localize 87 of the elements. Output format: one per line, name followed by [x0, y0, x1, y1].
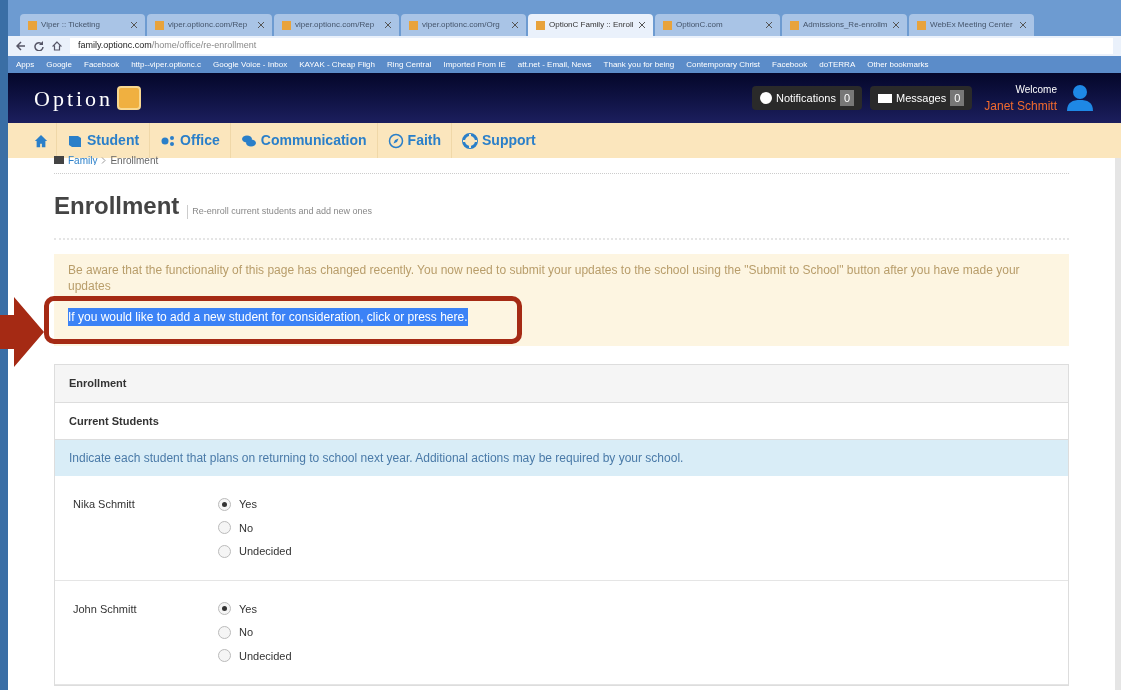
compass-icon — [387, 132, 404, 149]
student-name: John Schmitt — [73, 601, 138, 617]
bookmark-item[interactable]: Contemporary Christ — [686, 58, 761, 71]
browser-tab[interactable]: Admissions_Re-enrollm — [782, 14, 907, 36]
tab-title: viper.optionc.com/Org — [422, 19, 501, 31]
favicon-icon — [536, 20, 545, 30]
user-name[interactable]: Janet Schmitt — [984, 96, 1057, 115]
close-icon[interactable] — [131, 22, 137, 28]
favicon-icon — [155, 20, 164, 30]
student-name: Nika Schmitt — [73, 497, 136, 512]
radio-button[interactable] — [218, 544, 231, 558]
info-text: Indicate each student that plans on returning to school next year. Additional actions may be required by your school. — [55, 440, 1068, 476]
browser-tab[interactable]: OptionC.com — [655, 14, 780, 36]
panel-title: Enrollment — [55, 365, 1068, 403]
user-icon[interactable] — [1065, 83, 1095, 113]
favicon-icon — [663, 20, 672, 30]
logo-text[interactable]: Option — [34, 81, 114, 115]
tab-title: Viper :: Ticketing — [41, 19, 101, 31]
radio-button[interactable] — [218, 625, 231, 639]
favicon-icon — [917, 20, 926, 30]
nav-tab[interactable]: Support — [451, 123, 546, 158]
radio-label: Yes — [239, 497, 257, 512]
address-bar[interactable]: family.optionc.com/home/office/re-enrollment — [70, 38, 1113, 54]
close-icon[interactable] — [1020, 22, 1026, 28]
chevron-icon — [101, 156, 107, 164]
favicon-icon — [28, 20, 37, 30]
favicon-icon — [282, 20, 291, 30]
notifications-button[interactable]: Notifications 0 — [752, 86, 863, 110]
tab-title: viper.optionc.com/Rep — [168, 19, 249, 31]
browser-tab[interactable]: viper.optionc.com/Rep — [147, 14, 272, 36]
page-subtitle: Re-enroll current students and add new ones — [187, 205, 372, 219]
close-icon[interactable] — [385, 22, 391, 28]
browser-tab[interactable]: viper.optionc.com/Rep — [274, 14, 399, 36]
tab-title: Admissions_Re-enrollm — [803, 19, 889, 31]
add-student-link[interactable]: If you would like to add a new student for consideration, click or press here. — [68, 308, 468, 326]
welcome-text: Welcome — [1015, 82, 1057, 97]
radio-label: Undecided — [239, 544, 292, 559]
bookmark-item[interactable]: Facebook — [84, 58, 120, 71]
radio-label: No — [239, 520, 254, 536]
scrollbar[interactable] — [1115, 158, 1121, 690]
logo-icon — [117, 86, 142, 110]
close-icon[interactable] — [766, 22, 772, 28]
tab-title: WebEx Meeting Center — [930, 19, 1014, 31]
bookmark-item[interactable]: Other bookmarks — [867, 58, 929, 71]
pointer-arrow — [0, 297, 44, 367]
bookmark-item[interactable]: Apps — [16, 58, 35, 71]
nav-tab[interactable]: Office — [149, 123, 230, 158]
bookmark-item[interactable]: KAYAK - Cheap Fligh — [299, 58, 375, 71]
bookmark-item[interactable]: Thank you for being — [603, 58, 675, 71]
tab-title: viper.optionc.com/Rep — [295, 19, 376, 31]
bookmark-item[interactable]: doTERRA — [819, 58, 856, 71]
browser-tab[interactable]: viper.optionc.com/Org — [401, 14, 526, 36]
radio-button[interactable] — [218, 497, 231, 511]
close-icon[interactable] — [258, 22, 264, 28]
bookmark-item[interactable]: Ring Central — [387, 58, 432, 71]
close-icon[interactable] — [893, 22, 899, 28]
bookmark-item[interactable]: Imported From IE — [443, 58, 506, 71]
breadcrumb-link[interactable]: Family — [68, 155, 98, 165]
radio-button[interactable] — [218, 602, 231, 616]
favicon-icon — [790, 20, 799, 30]
radio-button[interactable] — [218, 521, 231, 535]
close-icon[interactable] — [639, 22, 645, 28]
bookmark-item[interactable]: Google — [46, 58, 73, 71]
favicon-icon — [409, 20, 418, 30]
page-title: Enrollment — [54, 191, 180, 221]
radio-button[interactable] — [218, 649, 231, 663]
bookmark-item[interactable]: att.net - Email, News — [517, 58, 592, 71]
lifebuoy-icon — [462, 132, 479, 149]
browser-tab[interactable]: OptionC Family :: Enroll — [528, 14, 653, 36]
radio-label: Yes — [239, 601, 257, 617]
browser-tab[interactable]: WebEx Meeting Center — [909, 14, 1034, 36]
notice-text: Be aware that the functionality of this page has changed recently. You now need to submit your updates to the school using the "Submit to School" button after you have made your updates — [68, 262, 1021, 294]
breadcrumb-current: Enrollment — [110, 155, 159, 165]
messages-button[interactable]: Messages 0 — [870, 86, 973, 110]
nav-tab[interactable]: Communication — [229, 123, 377, 158]
tab-title: OptionC.com — [676, 19, 724, 31]
bookmark-item[interactable]: Facebook — [772, 58, 808, 71]
radio-label: No — [239, 625, 254, 640]
nav-tab[interactable]: Faith — [376, 123, 452, 158]
bookmark-item[interactable]: http--viper.optionc.c — [131, 58, 201, 71]
back-icon[interactable] — [16, 41, 26, 51]
tab-title: OptionC Family :: Enroll — [549, 19, 635, 31]
reload-icon[interactable] — [34, 41, 44, 51]
radio-label: Undecided — [239, 648, 292, 664]
bookmark-item[interactable]: Google Voice - Inbox — [213, 58, 288, 71]
browser-tab[interactable]: Viper :: Ticketing — [20, 14, 145, 36]
close-icon[interactable] — [512, 22, 518, 28]
